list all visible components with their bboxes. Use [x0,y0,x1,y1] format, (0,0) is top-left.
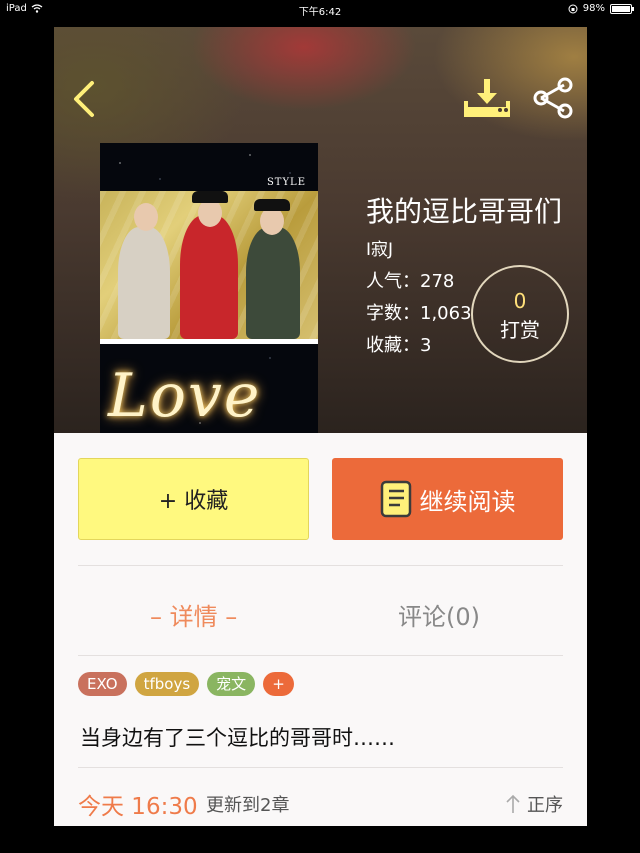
download-icon[interactable] [462,75,512,121]
divider [78,565,563,566]
book-author[interactable]: I寂J [366,235,393,260]
stat-value: 278 [420,271,455,292]
cover-figure [180,215,238,339]
book-cover[interactable]: STYLE Love [100,143,318,433]
cover-style-text: STYLE [266,177,306,188]
stat-label: 人气： [366,271,420,292]
book-icon [380,480,411,518]
tag-exo[interactable]: EXO [78,672,127,696]
stat-label: 收藏： [366,335,420,356]
tab-comments[interactable]: 评论(0) [398,597,480,632]
favorite-button[interactable]: + 收藏 [78,458,309,540]
reward-count: 0 [513,289,527,313]
reward-label: 打赏 [500,318,540,342]
stat-word-count: 字数：1,063 [366,299,472,325]
cover-stripe [100,339,318,344]
cover-face [198,199,222,227]
stat-value: 3 [420,335,432,356]
cover-hat [192,191,228,203]
reward-button[interactable]: 0 打赏 [471,265,569,363]
share-icon[interactable] [530,75,576,121]
sort-arrow-icon [506,794,520,813]
cover-face [260,207,284,235]
book-description: 当身边有了三个逗比的哥哥时…… [80,726,395,750]
tag-list: EXO tfboys 宠文 + [78,672,294,696]
sort-label: 正序 [527,795,563,816]
battery-percent: 98% [582,3,605,14]
tag-chongwen[interactable]: 宠文 [207,672,256,696]
tab-details[interactable]: – 详情 – [150,597,237,632]
continue-reading-button[interactable]: 继续阅读 [332,458,563,540]
cover-figure [118,227,170,339]
update-time: 今天 16:30 [78,794,198,820]
cover-love-text: Love [108,361,262,431]
status-bar: iPad 下午6:42 98% [0,0,640,18]
action-buttons: + 收藏 继续阅读 [78,458,563,540]
favorite-label: + 收藏 [158,489,229,514]
back-icon[interactable] [68,79,100,119]
stat-popularity: 人气：278 [366,267,454,293]
detail-tabs: – 详情 – 评论(0) [78,567,563,655]
battery-icon [610,3,634,14]
cover-figure [246,227,300,339]
chapter-update: 更新到2章 [206,795,290,816]
stat-label: 字数： [366,303,420,324]
status-right: 98% [568,3,634,14]
cover-face [134,203,158,231]
cover-hat [254,199,290,211]
stat-favorites: 收藏：3 [366,331,431,357]
add-tag-button[interactable]: + [263,672,294,696]
hero-header: STYLE Love 我的逗比哥哥们 I寂J 人气：278 字数：1,063 收… [54,27,587,433]
status-time: 下午6:42 [298,7,342,18]
tag-tfboys[interactable]: tfboys [134,672,200,696]
sort-toggle[interactable]: 正序 [505,791,563,817]
book-detail-sheet: STYLE Love 我的逗比哥哥们 I寂J 人气：278 字数：1,063 收… [54,27,587,826]
book-title: 我的逗比哥哥们 [366,195,563,228]
orientation-lock-icon [568,4,578,13]
divider [78,767,563,768]
stat-value: 1,063 [420,303,472,324]
cover-photo [100,191,318,339]
divider [78,655,563,656]
continue-reading-label: 继续阅读 [419,487,516,516]
update-footer: 今天 16:30 更新到2章 正序 [78,779,563,820]
